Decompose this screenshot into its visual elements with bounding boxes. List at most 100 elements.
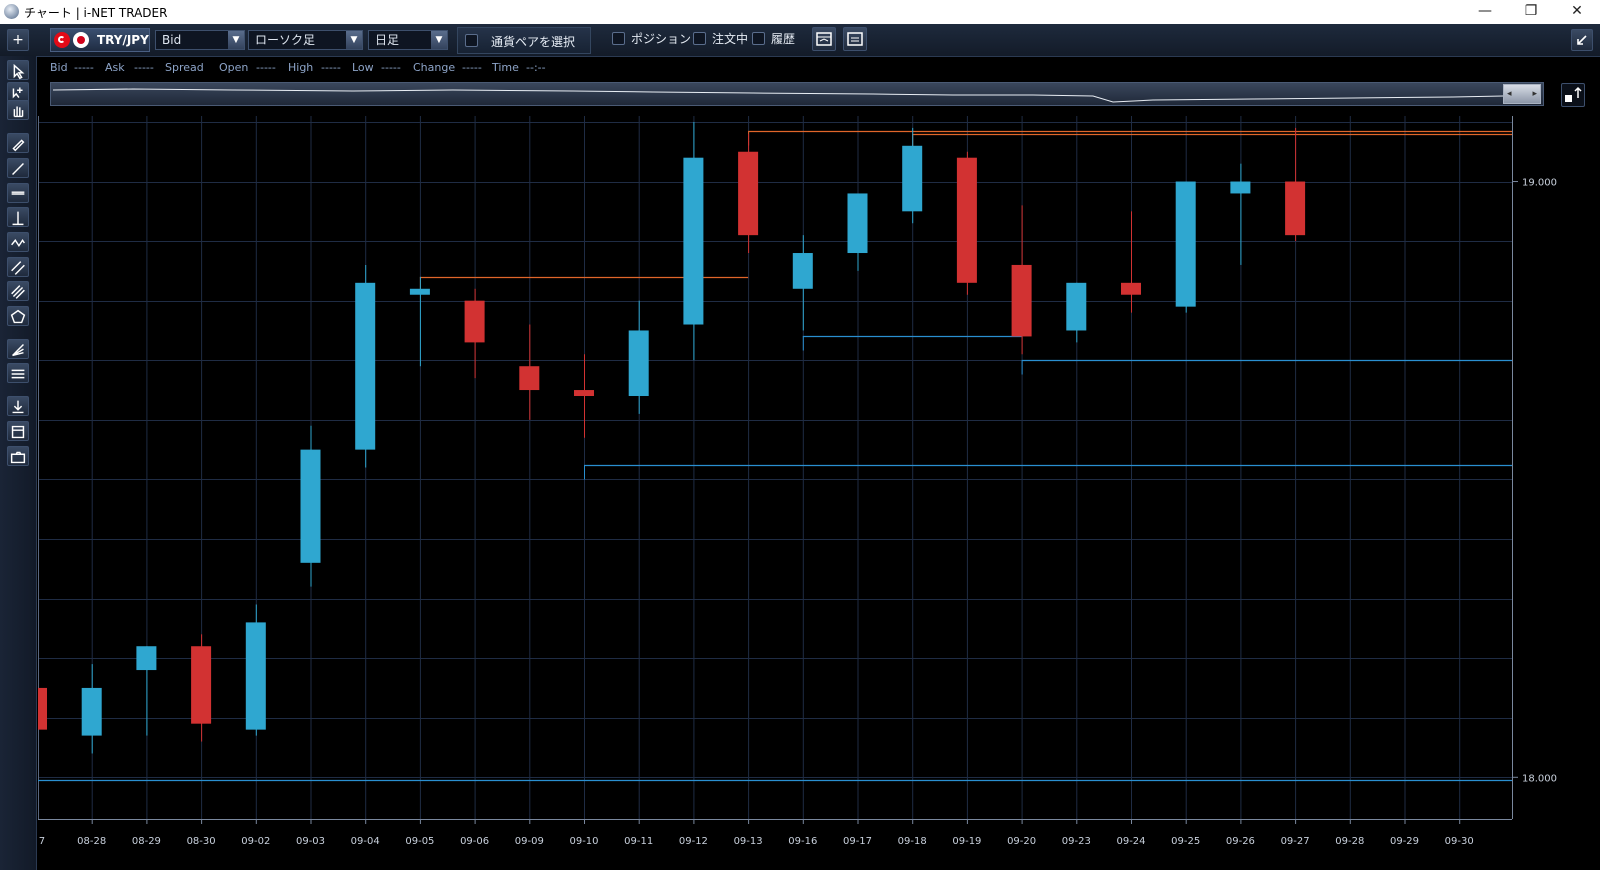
parallel-lines-icon [11,285,25,299]
japan-flag-icon [73,32,89,48]
resize-arrows-icon [1565,86,1582,102]
open-label: Open [219,61,249,74]
price-info-bar: Bid ----- Ask ----- Spread Open ----- Hi… [36,57,1600,77]
history-label: 履歴 [771,32,796,46]
chart-canvas[interactable]: -27 08-28 08-29 08-30 09-02 09-03 09-04 09-05 09… [38,116,1600,870]
x-tick-label: 09-19 [952,836,981,847]
fibonacci-fan-tool-button[interactable] [7,339,29,359]
navigator-thumb[interactable]: ◂ ▸ [1503,84,1541,104]
chevron-down-icon: ▼ [431,31,447,49]
wave-tool-button[interactable] [7,232,29,252]
candle-body-down [1285,181,1306,236]
currency-pair-label: TRY/JPY [97,33,149,47]
trendline-tool-button[interactable] [7,158,29,178]
price-type-select[interactable]: Bid ▼ [155,30,245,50]
x-tick-label: 09-13 [734,836,763,847]
cursor-arrow-icon [13,63,25,80]
pen-draw-tool-button[interactable] [7,133,29,153]
candle-body-down [956,157,977,283]
horizontal-line-tool-button[interactable] [7,183,29,203]
time-value: --:-- [526,61,546,74]
price-type-value: Bid [162,33,182,47]
timeframe-select[interactable]: 日足 ▼ [368,30,448,50]
x-tick-label: 09-17 [843,836,872,847]
close-button[interactable]: ✕ [1554,0,1600,24]
chevron-down-icon: ▼ [228,31,244,49]
x-tick-label: 09-26 [1226,836,1255,847]
autoscale-button[interactable] [1561,83,1585,107]
vertical-line-icon [12,211,24,226]
candlestick-chart[interactable]: -27 08-28 08-29 08-30 09-02 09-03 09-04 09-05 09… [38,116,1600,870]
add-chart-button[interactable]: + [7,29,29,51]
position-checkbox[interactable] [612,32,625,45]
fibonacci-levels-tool-button[interactable] [7,363,29,383]
hand-pan-tool-button[interactable] [7,100,29,120]
fibonacci-levels-icon [11,369,25,379]
x-tick-label: 09-05 [405,836,434,847]
vertical-line-tool-button[interactable] [7,207,29,227]
candle-body-up [1230,181,1251,194]
x-tick-label: 09-18 [898,836,927,847]
candle-body-up [902,145,923,212]
chart-list-button[interactable] [843,27,867,51]
x-tick-label: 09-03 [296,836,325,847]
candle-body-down [1121,282,1141,295]
x-tick-label: 09-11 [624,836,653,847]
x-tick-label: 09-12 [679,836,708,847]
chart-type-select[interactable]: ローソク足 ▼ [248,30,363,50]
candle-body-up [355,282,376,450]
maximize-button[interactable]: ❐ [1508,0,1554,24]
x-tick-label: 09-09 [515,836,544,847]
orders-checkbox[interactable] [693,32,706,45]
app-globe-icon [4,4,19,19]
collapse-button[interactable] [1571,29,1593,51]
window-title: チャート | i-NET TRADER [24,6,168,20]
chart-settings-button[interactable] [812,27,836,51]
candle-body-down [1011,264,1032,337]
time-label: Time [492,61,519,74]
history-checkbox[interactable] [752,32,765,45]
x-tick-label: 09-28 [1335,836,1364,847]
pen-draw-icon [12,139,25,152]
y-tick-label: 18.000 [1522,773,1557,784]
chevron-right-icon: ▸ [1532,89,1537,99]
wave-icon [11,238,25,248]
minimize-button[interactable]: — [1462,0,1508,24]
x-tick-label: 09-24 [1116,836,1145,847]
pair-select-checkbox[interactable] [465,34,478,47]
open-value: ----- [256,61,276,74]
parallel-lines-tool-button[interactable] [7,281,29,301]
x-tick-label: 09-16 [788,836,817,847]
x-tick-label: 08-28 [77,836,106,847]
candle-body-up [1066,282,1087,331]
fibonacci-fan-icon [12,344,24,357]
window-icon [11,425,25,439]
x-tick-label: 09-02 [241,836,270,847]
timeframe-value: 日足 [375,33,400,47]
candle-body-down [574,390,594,397]
cursor-arrow-tool-button[interactable] [7,60,29,80]
chart-navigator[interactable]: ◂ ▸ [50,82,1544,106]
candle-body-up [683,157,704,325]
chevron-left-icon: ◂ [1507,89,1512,99]
camera-tool-button[interactable] [7,446,29,466]
crosshair-cursor-tool-button[interactable] [7,82,29,102]
currency-pair-box[interactable]: TRY/JPY [50,28,150,52]
candle-body-up [628,330,649,397]
window-tool-button[interactable] [7,421,29,441]
trendline-icon [12,163,24,175]
bid-value: ----- [74,61,94,74]
ask-label: Ask [105,61,125,74]
x-tick-label: 09-20 [1007,836,1036,847]
candle-body-up [81,687,102,736]
candle-body-down [519,366,540,391]
pentagon-tool-button[interactable] [7,306,29,326]
y-tick-label: 19.000 [1522,178,1557,189]
channel-tool-button[interactable] [7,257,29,277]
candle-body-up [136,646,157,671]
candle-body-up [1175,181,1196,307]
download-tool-button[interactable] [7,396,29,416]
x-tick-label: 09-04 [351,836,380,847]
chart-type-value: ローソク足 [255,33,316,47]
high-value: ----- [321,61,341,74]
